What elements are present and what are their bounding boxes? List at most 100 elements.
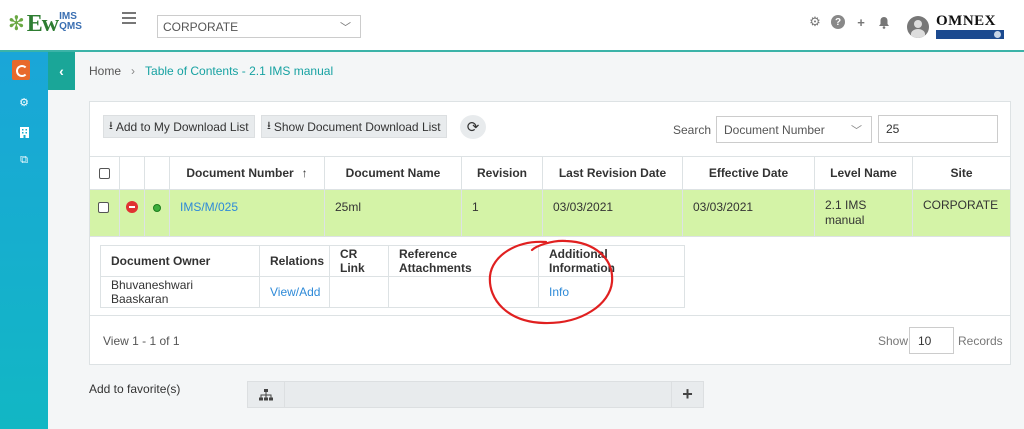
row-checkbox[interactable] [98,202,109,213]
site: CORPORATE [923,198,999,212]
cell-level-name: 2.1 IMS manual [815,190,913,237]
details-relations-cell: View/Add [260,277,330,308]
header-actions: ⚙ ? + [808,14,891,30]
brand-name: OMNEX [936,13,996,29]
column-label: Last Revision Date [558,166,667,180]
column-document-number[interactable]: Document Number ↑ [170,157,325,190]
column-last-revision-date[interactable]: Last Revision Date [543,157,683,190]
page-size-value: 10 [918,334,932,348]
document-number-link[interactable]: IMS/M/025 [180,200,238,214]
refresh-icon[interactable]: ⟳ [460,115,486,139]
search-input[interactable]: 25 [878,115,998,143]
additional-info-link[interactable]: Info [549,285,569,299]
app-logo[interactable]: ✻ Ew IMS QMS [8,11,82,37]
search-field-select[interactable]: Document Number ﹀ [716,116,872,143]
column-label: Document Owner [111,254,211,268]
search-label: Search [673,123,712,137]
document-details-table: Document Owner Relations CR Link Referen… [100,245,685,308]
details-row: Bhuvaneshwari Baaskaran View/Add Info [101,277,685,308]
gears-icon[interactable]: ⚙ [0,92,48,112]
column-label: Reference Attachments [399,247,472,275]
favorites-label: Add to favorite(s) [89,382,181,396]
building-icon[interactable] [0,122,48,142]
user-avatar[interactable] [907,16,929,38]
breadcrumb: Home › Table of Contents - 2.1 IMS manua… [89,64,333,78]
select-all-cell [90,157,120,190]
column-level-name[interactable]: Level Name [815,157,913,190]
revision: 1 [472,200,479,214]
collapse-panel-button[interactable]: ‹ [48,52,75,90]
cell-last-revision-date: 03/03/2021 [543,190,683,237]
column-label: Additional Information [549,247,615,275]
select-all-checkbox[interactable] [99,167,110,179]
chevron-down-icon: ﹀ [851,125,862,137]
details-owner-cell: Bhuvaneshwari Baaskaran [101,277,260,308]
menu-toggle-icon[interactable] [122,12,136,24]
brand-bar [936,30,1004,39]
row-select-cell [90,190,120,237]
cell-site: CORPORATE [913,190,1010,237]
download-icon: ⭳ [109,120,113,132]
chevron-down-icon: ﹀ [340,22,351,34]
status-indicator-icon [153,204,161,212]
row-status-cell [145,190,170,237]
show-download-list-button[interactable]: ⭳ Show Document Download List [261,115,447,138]
column-label: Effective Date [708,166,789,180]
details-column-owner: Document Owner [101,246,260,277]
add-to-download-list-label: Add to My Download List [115,119,249,134]
add-to-download-list-button[interactable]: ⭳ Add to My Download List [103,115,255,138]
sort-asc-icon: ↑ [301,166,308,180]
column-label: Document Number [186,166,294,180]
column-document-name[interactable]: Document Name [325,157,462,190]
help-icon[interactable]: ? [831,15,845,29]
cell-effective-date: 03/03/2021 [683,190,815,237]
gear-icon[interactable]: ⚙ [808,14,822,29]
download-icon: ⭳ [267,120,271,132]
details-column-reference-attachments: Reference Attachments [389,246,539,277]
details-column-cr-link: CR Link [330,246,389,277]
organization-select-value: CORPORATE [163,20,239,34]
remove-icon[interactable] [126,201,138,213]
documents-table: Document Number ↑ Document Name Revision… [90,156,1010,237]
header-action-cell [120,157,145,190]
details-column-additional-information: Additional Information [539,246,685,277]
table-row[interactable]: IMS/M/025 25ml 1 03/03/2021 03/03/2021 2… [90,190,1010,237]
column-revision[interactable]: Revision [462,157,543,190]
page-size-input[interactable]: 10 [909,327,954,354]
document-list-panel: ⭳ Add to My Download List ⭳ Show Documen… [89,101,1011,365]
document-owner: Bhuvaneshwari Baaskaran [111,278,194,306]
show-download-list-label: Show Document Download List [273,119,441,134]
add-favorite-button[interactable]: + [671,381,704,408]
table-header-row: Document Number ↑ Document Name Revision… [90,157,1010,190]
details-column-relations: Relations [260,246,330,277]
column-label: Document Name [345,166,441,180]
plus-icon[interactable]: + [854,15,868,30]
details-header-row: Document Owner Relations CR Link Referen… [101,246,685,277]
brand-logo: OMNEX [936,13,1004,39]
organization-select[interactable]: CORPORATE ﹀ [157,15,361,38]
cell-document-name: 25ml [325,190,462,237]
column-label: Level Name [830,166,897,180]
last-revision-date: 03/03/2021 [553,200,614,214]
document-icon[interactable] [12,60,30,80]
bell-icon[interactable] [877,15,891,29]
relations-view-add-link[interactable]: View/Add [270,285,320,299]
column-site[interactable]: Site [913,157,1010,190]
details-additional-info-cell: Info [539,277,685,308]
pager-records-label: Records [958,334,1003,348]
favorites-input[interactable] [285,381,671,408]
hierarchy-tree-icon[interactable] [247,381,285,408]
effective-date: 03/03/2021 [693,200,754,214]
logo-main: Ew [26,11,59,37]
breadcrumb-separator-icon: › [131,64,136,78]
level-name: 2.1 IMS manual [825,198,867,227]
logo-flower-icon: ✻ [8,13,25,35]
top-header: ✻ Ew IMS QMS CORPORATE ﹀ ⚙ ? + OMNEX [0,0,1024,52]
column-label: Site [950,166,973,180]
breadcrumb-current[interactable]: Table of Contents - 2.1 IMS manual [145,64,333,78]
column-effective-date[interactable]: Effective Date [683,157,815,190]
copy-icon[interactable]: ⧉ [0,150,48,170]
breadcrumb-home[interactable]: Home [89,64,121,78]
pager-divider [90,315,1010,316]
document-name: 25ml [335,200,362,214]
